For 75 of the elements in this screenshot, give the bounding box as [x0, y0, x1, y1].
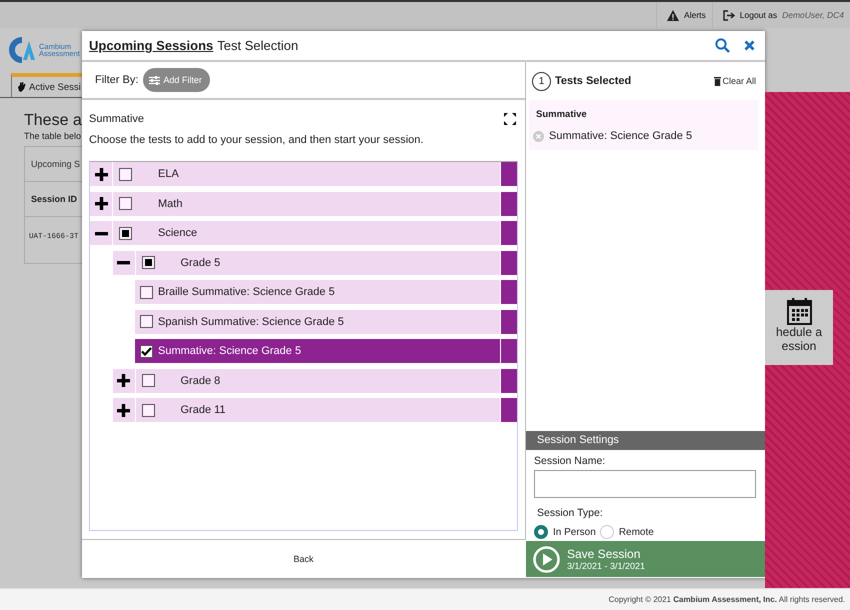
- row-end-marker: [501, 398, 517, 422]
- checkbox[interactable]: [142, 374, 154, 387]
- row-end-marker: [501, 192, 517, 216]
- tree-row[interactable]: Math: [113, 192, 500, 216]
- checkbox[interactable]: [119, 226, 132, 240]
- filter-label: Filter By:: [95, 74, 138, 86]
- checkbox[interactable]: [140, 315, 153, 328]
- row-end-marker: [501, 339, 517, 363]
- calendar-icon: [786, 298, 812, 325]
- expand-toggle[interactable]: [90, 162, 112, 186]
- row-end-marker: [501, 221, 517, 245]
- alerts-link[interactable]: Alerts: [684, 10, 706, 20]
- row-end-marker: [501, 368, 517, 392]
- clear-all-button[interactable]: Clear All: [714, 76, 756, 86]
- expand-toggle[interactable]: [112, 368, 134, 392]
- expand-toggle[interactable]: [112, 398, 134, 422]
- logo-icon: [6, 35, 36, 65]
- page-description: The table belo: [24, 131, 82, 141]
- save-session-button[interactable]: Save Session 3/1/2021 - 3/1/2021: [526, 541, 765, 577]
- logout-link[interactable]: Logout as: [740, 10, 778, 20]
- tree-row[interactable]: Grade 8: [136, 368, 500, 392]
- test-row[interactable]: Braille Summative: Science Grade 5: [135, 280, 500, 304]
- dialog-title: Test Selection: [217, 38, 298, 53]
- row-end-marker: [501, 162, 517, 186]
- hand-icon: [17, 82, 26, 92]
- row-end-marker: [501, 250, 517, 274]
- selected-test: Summative: Science Grade 5: [549, 130, 692, 142]
- session-name-field[interactable]: [534, 470, 756, 498]
- checkbox[interactable]: [140, 286, 153, 298]
- play-icon: [533, 546, 560, 572]
- checkbox[interactable]: [142, 256, 154, 269]
- trash-icon: [714, 76, 722, 86]
- radio-button[interactable]: [534, 525, 548, 539]
- tree-row[interactable]: Grade 11: [136, 398, 500, 422]
- field-label: Session Type:: [537, 507, 604, 519]
- logout-icon: [722, 10, 735, 20]
- selected-count: 1: [532, 72, 551, 90]
- checkbox[interactable]: [119, 168, 132, 180]
- user-name: DemoUser, DC4: [782, 10, 844, 20]
- checkbox[interactable]: [119, 197, 132, 210]
- tree-row[interactable]: ELA: [113, 162, 500, 186]
- page-heading: These a: [24, 112, 82, 130]
- expand-toggle[interactable]: [112, 250, 134, 274]
- test-row[interactable]: Spanish Summative: Science Grade 5: [135, 310, 500, 334]
- plus-icon: [94, 168, 108, 180]
- search-icon[interactable]: [715, 38, 730, 53]
- plus-icon: [117, 374, 130, 387]
- expand-toggle[interactable]: [90, 221, 112, 245]
- field-label: Session Name:: [534, 455, 606, 467]
- upcoming-sessions-link[interactable]: Upcoming Sessions: [89, 38, 214, 53]
- group-title: Summative: [536, 109, 588, 120]
- back-button[interactable]: Back: [82, 540, 525, 578]
- row-end-marker: [501, 310, 517, 334]
- section-title: Summative: [89, 113, 144, 125]
- tree-row[interactable]: Grade 5: [136, 250, 500, 274]
- plus-icon: [117, 404, 130, 416]
- radio-option[interactable]: Remote: [600, 525, 654, 539]
- add-filter-button[interactable]: Add Filter: [143, 68, 210, 92]
- expand-icon[interactable]: [504, 113, 516, 125]
- test-row[interactable]: Summative: Science Grade 5: [135, 339, 500, 363]
- tests-selected-title: Tests Selected: [555, 75, 632, 87]
- expand-toggle[interactable]: [90, 192, 112, 216]
- tree-row[interactable]: Science: [113, 221, 500, 245]
- checkbox[interactable]: [140, 344, 153, 358]
- settings-header: Session Settings: [526, 431, 765, 450]
- row-end-marker: [501, 280, 517, 304]
- warning-icon: [667, 10, 680, 20]
- instruction-text: Choose the tests to add to your session, and then start your session.: [88, 133, 424, 146]
- close-icon[interactable]: [744, 40, 755, 51]
- plus-icon: [94, 197, 108, 210]
- sliders-icon: [149, 76, 160, 84]
- checkbox[interactable]: [142, 404, 154, 416]
- copyright-text: Copyright © 2021 Cambium Assessment, Inc. All rights reserved.: [608, 595, 845, 604]
- schedule-session-card[interactable]: hedule a ession: [765, 290, 833, 365]
- active-sessions-tab[interactable]: Active Sessi: [11, 73, 82, 97]
